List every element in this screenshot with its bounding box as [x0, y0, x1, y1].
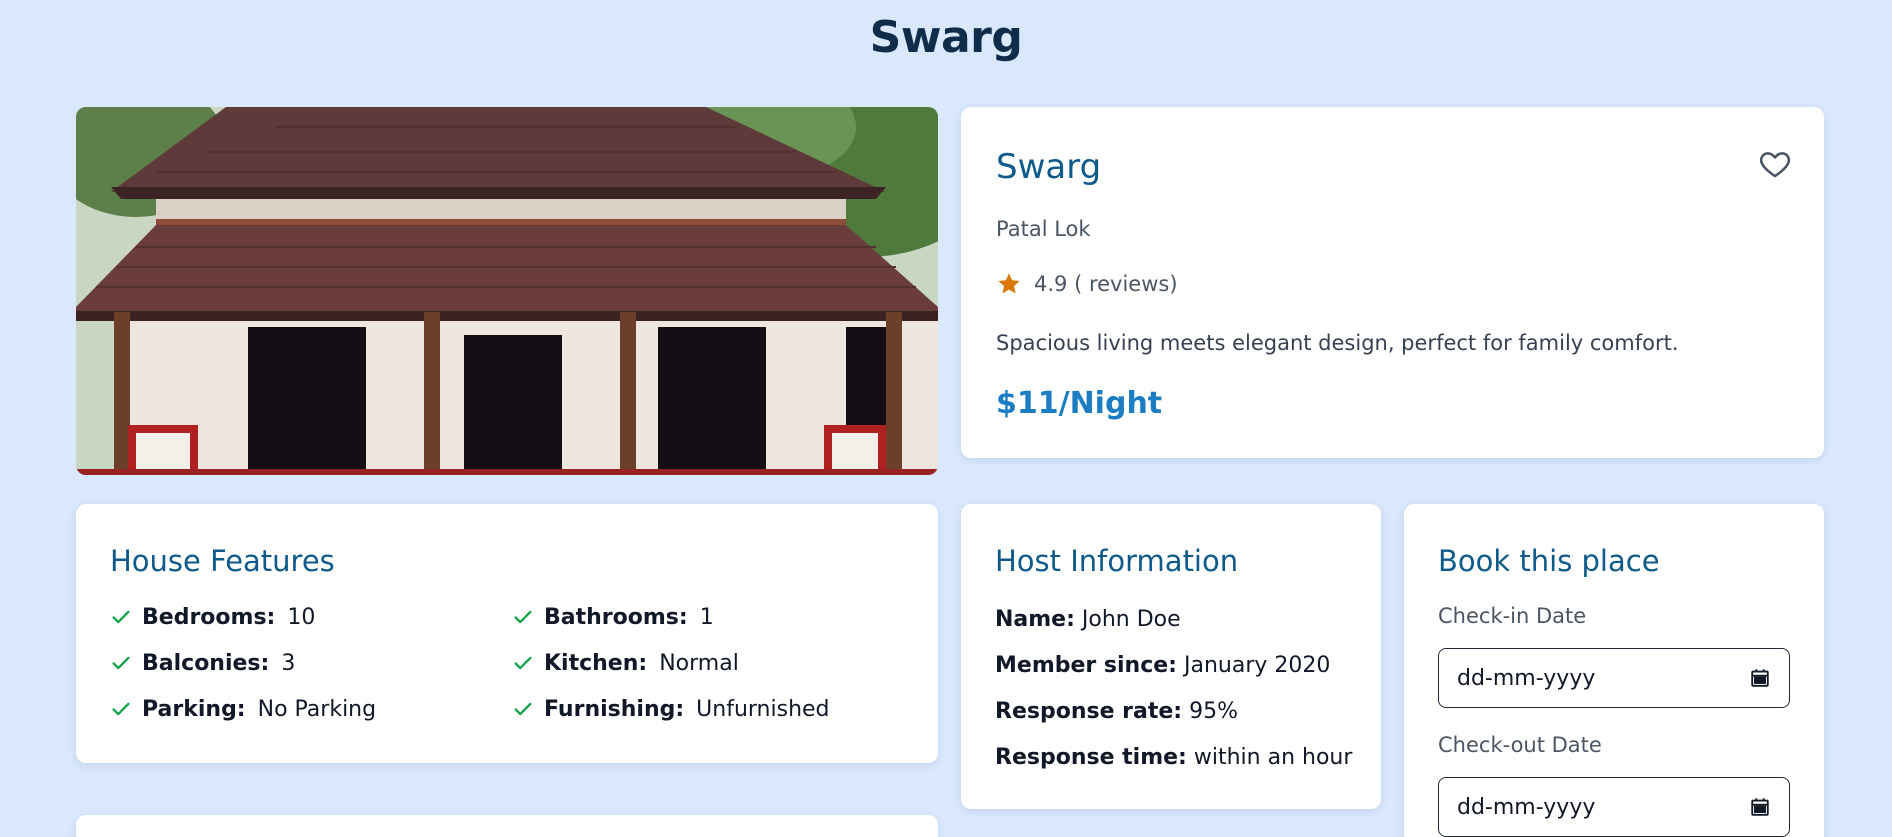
page-title: Swarg	[869, 12, 1023, 63]
host-row-label: Name:	[995, 607, 1075, 632]
feature-label: Kitchen:	[544, 650, 648, 676]
check-icon	[514, 610, 532, 624]
host-information-title: Host Information	[995, 544, 1239, 578]
feature-item: Kitchen: Normal	[512, 650, 912, 676]
feature-label: Furnishing:	[544, 696, 685, 722]
feature-label: Bathrooms:	[544, 604, 688, 630]
check-out-placeholder: dd-mm-yyyy	[1457, 794, 1596, 820]
feature-value: 10	[287, 604, 316, 630]
host-row-label: Response time:	[995, 745, 1187, 770]
booking-card: Book this place Check-in Date dd-mm-yyyy…	[1404, 504, 1824, 837]
feature-label: Bedrooms:	[142, 604, 276, 630]
house-features-title: House Features	[110, 544, 335, 578]
feature-label: Parking:	[142, 696, 246, 722]
check-icon	[514, 702, 532, 716]
host-information-card: Host Information Name: John Doe Member s…	[961, 504, 1381, 809]
booking-title: Book this place	[1438, 544, 1660, 578]
listing-summary-card: Swarg Patal Lok 4.9 ( reviews) Spacious …	[961, 107, 1824, 458]
feature-value: Normal	[659, 650, 739, 676]
host-details: Name: John Doe Member since: January 202…	[995, 607, 1352, 791]
listing-rating: 4.9 ( reviews)	[996, 271, 1178, 297]
feature-item: Balconies: 3	[110, 650, 512, 676]
listing-location: Patal Lok	[996, 217, 1091, 241]
heart-icon[interactable]	[1758, 147, 1792, 181]
feature-value: No Parking	[257, 696, 377, 722]
check-in-label: Check-in Date	[1438, 604, 1587, 628]
host-row-label: Response rate:	[995, 699, 1183, 724]
feature-value: Unfurnished	[696, 696, 830, 722]
check-icon	[112, 702, 130, 716]
host-row-value: within an hour	[1193, 745, 1353, 770]
listing-photo	[76, 107, 938, 475]
host-row-value: John Doe	[1081, 607, 1181, 632]
features-list: Bedrooms: 10 Bathrooms: 1 Balconies: 3 K…	[110, 604, 910, 722]
check-icon	[514, 656, 532, 670]
listing-price: $11/Night	[996, 386, 1163, 421]
feature-item: Bathrooms: 1	[512, 604, 912, 630]
feature-item: Furnishing: Unfurnished	[512, 696, 912, 722]
check-in-date-input[interactable]: dd-mm-yyyy	[1438, 648, 1790, 708]
feature-item: Bedrooms: 10	[110, 604, 512, 630]
house-features-card: House Features Bedrooms: 10 Bathrooms: 1…	[76, 504, 938, 763]
check-in-placeholder: dd-mm-yyyy	[1457, 665, 1596, 691]
rating-text: 4.9 ( reviews)	[1034, 272, 1178, 296]
check-icon	[112, 656, 130, 670]
feature-value: 3	[281, 650, 296, 676]
host-row-value: January 2020	[1183, 653, 1331, 678]
listing-name: Swarg	[996, 147, 1102, 187]
host-response-rate-row: Response rate: 95%	[995, 699, 1352, 725]
host-name-row: Name: John Doe	[995, 607, 1352, 633]
host-row-label: Member since:	[995, 653, 1177, 678]
calendar-icon[interactable]	[1749, 796, 1771, 818]
listing-description: Spacious living meets elegant design, pe…	[996, 331, 1679, 355]
calendar-icon[interactable]	[1749, 667, 1771, 689]
feature-label: Balconies:	[142, 650, 270, 676]
feature-item: Parking: No Parking	[110, 696, 512, 722]
next-section-card	[76, 815, 938, 837]
host-row-value: 95%	[1189, 699, 1238, 724]
check-icon	[112, 610, 130, 624]
star-icon	[998, 273, 1020, 294]
check-out-label: Check-out Date	[1438, 733, 1602, 757]
host-member-since-row: Member since: January 2020	[995, 653, 1352, 679]
feature-value: 1	[699, 604, 714, 630]
check-out-date-input[interactable]: dd-mm-yyyy	[1438, 777, 1790, 837]
host-response-time-row: Response time: within an hour	[995, 745, 1352, 771]
